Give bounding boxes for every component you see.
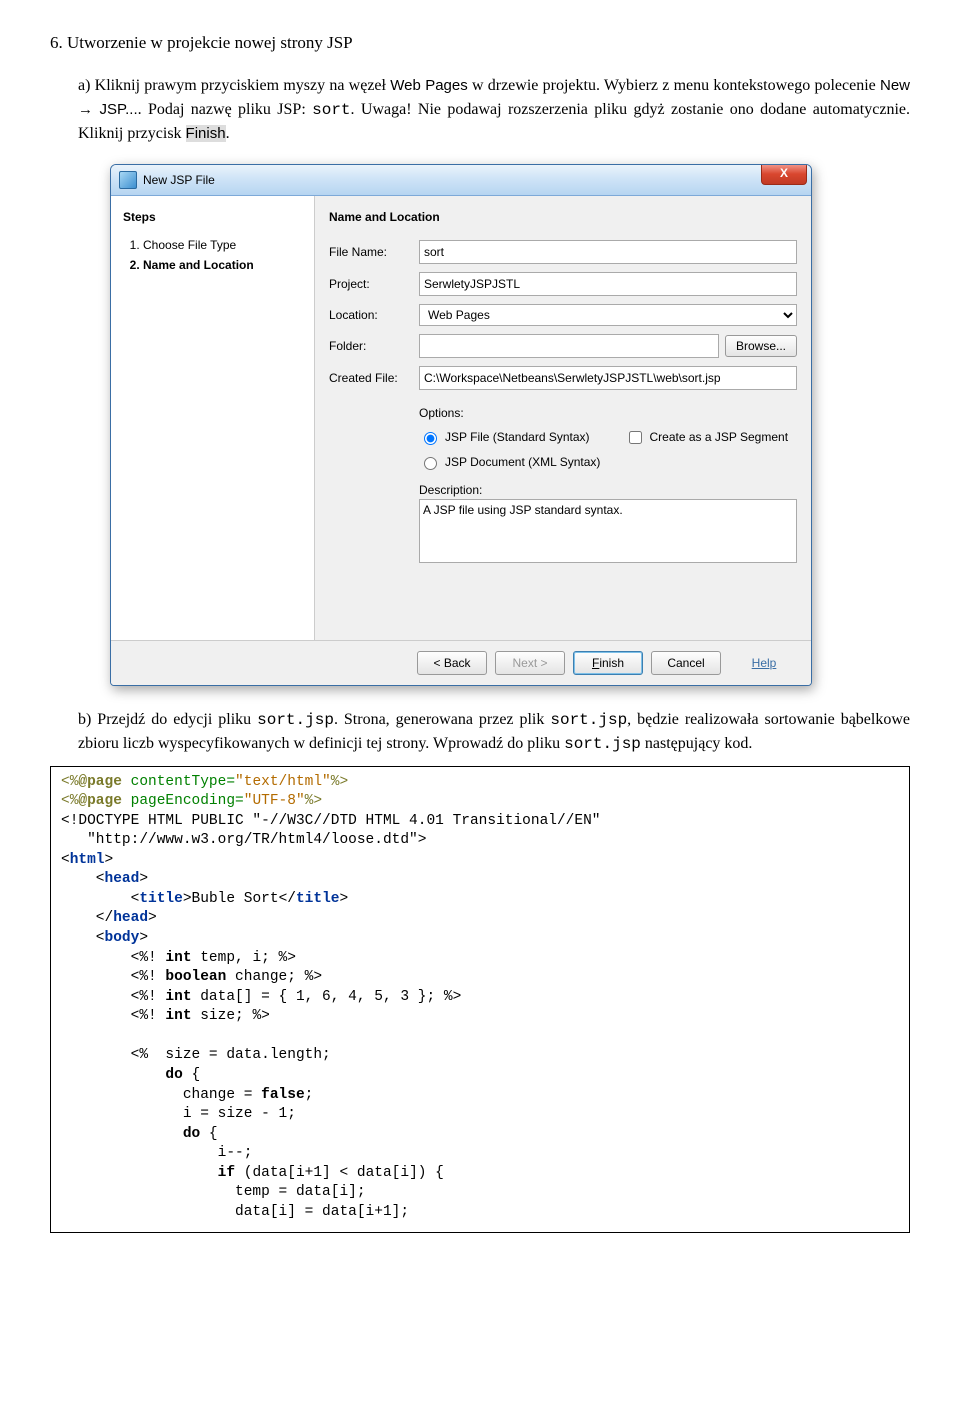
folder-label: Folder: [329, 337, 419, 355]
steps-heading: Steps [123, 208, 304, 226]
main-heading: Name and Location [329, 208, 797, 226]
item-b-letter: b) [78, 711, 91, 728]
section-heading: 6. Utworzenie w projekcie nowej strony J… [50, 30, 910, 56]
checkbox-jsp-segment-label: Create as a JSP Segment [650, 428, 789, 446]
text: sort.jsp [550, 711, 627, 729]
text: . [226, 125, 230, 142]
file-name-label: File Name: [329, 243, 419, 261]
radio-jsp-standard-label: JSP File (Standard Syntax) [445, 428, 590, 446]
step-1: Choose File Type [143, 236, 304, 254]
location-select[interactable]: Web Pages [419, 304, 797, 326]
help-button[interactable]: Help [729, 651, 799, 675]
code-listing: <%@page contentType="text/html"%> <%@pag… [50, 766, 910, 1234]
finish-button[interactable]: Finish [573, 651, 643, 675]
text: w drzewie projektu. Wybierz z menu konte… [468, 77, 880, 94]
dialog-title: New JSP File [143, 171, 215, 189]
text: Web Pages [390, 77, 468, 94]
item-b: b) Przejdź do edycji pliku sort.jsp. Str… [78, 708, 910, 756]
project-input[interactable] [419, 272, 797, 296]
dialog-buttonbar: < Back Next > Finish Cancel Help [111, 640, 811, 685]
description-label: Description: [419, 481, 797, 499]
location-label: Location: [329, 306, 419, 324]
text: sort.jsp [257, 711, 334, 729]
text: sort [312, 101, 350, 119]
item-a-letter: a) [78, 77, 90, 94]
close-button[interactable]: X [761, 164, 807, 185]
created-file-label: Created File: [329, 369, 419, 387]
checkbox-jsp-segment[interactable] [629, 431, 642, 444]
step-2: Name and Location [143, 256, 304, 274]
created-file-input[interactable] [419, 366, 797, 390]
radio-jsp-xml-label: JSP Document (XML Syntax) [445, 453, 600, 471]
radio-jsp-xml[interactable] [424, 457, 437, 470]
finish-highlight: Finish [186, 125, 226, 142]
folder-input[interactable] [419, 334, 719, 358]
text: Przejdź do edycji pliku [97, 711, 257, 728]
item-a: a) Kliknij prawym przyciskiem myszy na w… [78, 74, 910, 146]
new-jsp-dialog: New JSP File X Steps Choose File Type Na… [110, 164, 812, 686]
text: Kliknij prawym przyciskiem myszy na węze… [95, 77, 391, 94]
text: następujący kod. [641, 735, 753, 752]
project-label: Project: [329, 275, 419, 293]
browse-button[interactable]: Browse... [725, 335, 797, 357]
file-name-input[interactable] [419, 240, 797, 264]
options-label: Options: [419, 404, 797, 422]
radio-jsp-standard[interactable] [424, 432, 437, 445]
dialog-titlebar: New JSP File X [111, 165, 811, 196]
description-textarea[interactable]: A JSP file using JSP standard syntax. [419, 499, 797, 563]
cancel-button[interactable]: Cancel [651, 651, 721, 675]
text: . Podaj nazwę pliku JSP: [138, 101, 313, 118]
next-button[interactable]: Next > [495, 651, 565, 675]
main-pane: Name and Location File Name: Project: Lo… [315, 196, 811, 640]
dialog-icon [119, 171, 137, 189]
back-button[interactable]: < Back [417, 651, 487, 675]
steps-pane: Steps Choose File Type Name and Location [111, 196, 315, 640]
text: sort.jsp [564, 735, 641, 753]
text: . Strona, generowana przez plik [334, 711, 550, 728]
